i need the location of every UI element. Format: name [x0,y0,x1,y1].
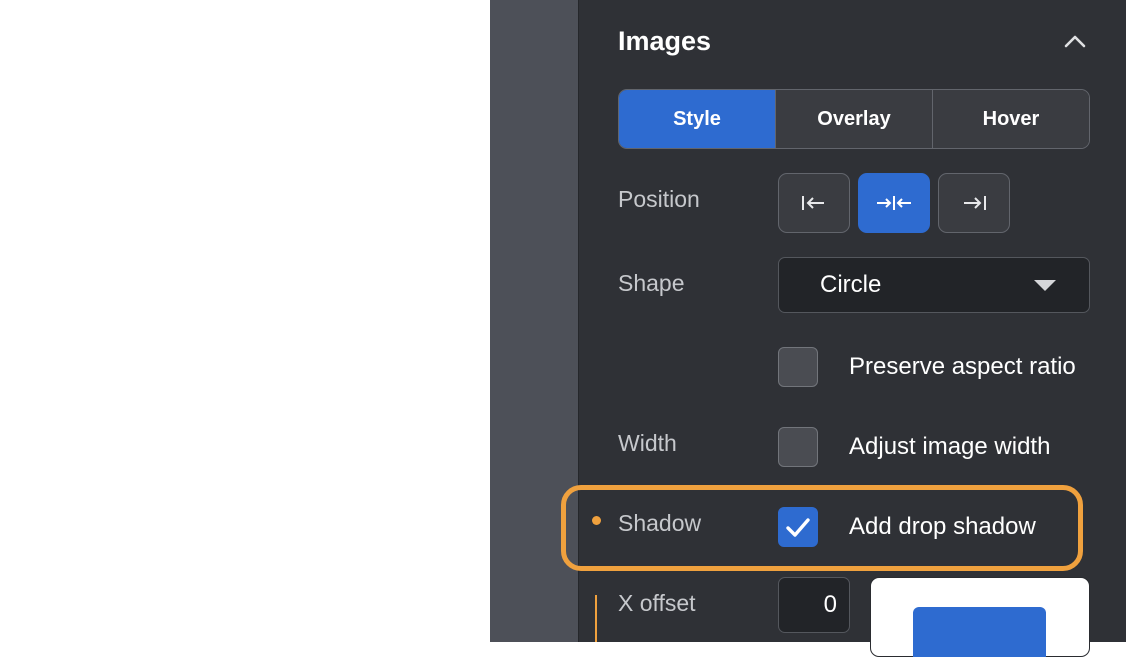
position-right-button[interactable] [938,173,1010,233]
tab-style[interactable]: Style [619,90,776,148]
position-center-button[interactable] [858,173,930,233]
canvas-area [0,0,490,642]
shadow-label: Shadow [618,510,702,536]
modified-indicator-dot [592,516,601,525]
shape-select[interactable]: Circle [778,257,1090,313]
tab-overlay[interactable]: Overlay [776,90,933,148]
style-tabs: Style Overlay Hover [618,89,1090,149]
tab-hover[interactable]: Hover [933,90,1089,148]
preserve-aspect-checkbox[interactable] [778,347,818,387]
shadow-preview-shape [913,607,1046,657]
align-center-icon [877,196,911,210]
chevron-up-icon [1064,35,1086,48]
group-indicator-line [595,595,597,642]
x-offset-input[interactable] [778,577,850,633]
align-right-icon [964,196,986,210]
shape-label: Shape [618,270,685,296]
adjust-width-checkbox[interactable] [778,427,818,467]
adjust-width-label: Adjust image width [849,433,1051,460]
drop-shadow-checkbox[interactable] [778,507,818,547]
x-offset-label: X offset [618,590,696,616]
checkmark-icon [786,518,810,537]
position-label: Position [618,186,700,212]
width-label: Width [618,430,677,456]
drop-shadow-label: Add drop shadow [849,513,1036,540]
collapse-button[interactable] [1058,26,1092,56]
align-left-icon [802,196,824,210]
position-left-button[interactable] [778,173,850,233]
preserve-aspect-label: Preserve aspect ratio [849,353,1076,380]
shape-select-value: Circle [820,271,882,298]
caret-down-icon [1034,280,1056,291]
section-title: Images [618,26,712,56]
